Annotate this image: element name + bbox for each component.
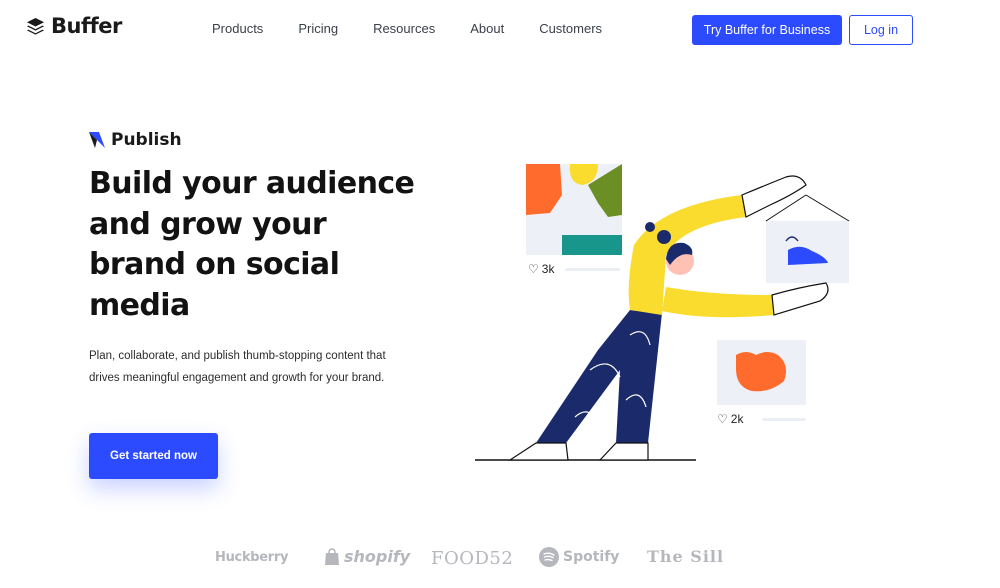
shopify-bag-icon bbox=[325, 547, 339, 565]
huckberry-text: Huckberry bbox=[215, 550, 289, 565]
shopify-text: shopify bbox=[344, 547, 411, 566]
buffer-logo[interactable]: Buffer bbox=[26, 14, 122, 38]
spotify-circle-icon bbox=[539, 547, 559, 567]
product-label-group: Publish bbox=[89, 130, 182, 150]
logo-text: Buffer bbox=[51, 14, 122, 38]
hero-illustration: ♡ 3k ♡ 2k bbox=[470, 155, 890, 470]
try-business-button[interactable]: Try Buffer for Business bbox=[692, 15, 842, 45]
the-sill-logo: The Sill bbox=[647, 547, 724, 566]
shopify-logo: shopify bbox=[324, 547, 410, 566]
illustration-art bbox=[475, 164, 850, 461]
like-count-2: ♡ 2k bbox=[717, 412, 743, 426]
spotify-logo: Spotify bbox=[539, 547, 619, 567]
heart-icon: ♡ bbox=[717, 412, 728, 426]
login-button[interactable]: Log in bbox=[849, 15, 913, 45]
nav-item-resources[interactable]: Resources bbox=[373, 21, 435, 36]
nav-item-products[interactable]: Products bbox=[212, 21, 263, 36]
site-header: Buffer Products Pricing Resources About … bbox=[0, 0, 1000, 60]
like-count-value: 2k bbox=[730, 412, 744, 426]
buffer-stack-icon bbox=[26, 17, 45, 35]
like-count-1: ♡ 3k bbox=[528, 262, 554, 276]
customer-logos: Huckberry shopify FOOD52 Spotify The Sil… bbox=[0, 545, 1000, 575]
publish-icon bbox=[89, 132, 105, 148]
like-bar bbox=[762, 418, 806, 421]
the-sill-text: The Sill bbox=[647, 547, 725, 566]
heart-icon: ♡ bbox=[528, 262, 539, 276]
hero-headline: Build your audience and grow your brand … bbox=[89, 166, 415, 323]
get-started-button[interactable]: Get started now bbox=[89, 433, 218, 479]
main-nav: Products Pricing Resources About Custome… bbox=[212, 21, 637, 36]
nav-item-customers[interactable]: Customers bbox=[539, 21, 602, 36]
spotify-text: Spotify bbox=[563, 549, 620, 565]
nav-item-about[interactable]: About bbox=[470, 21, 504, 36]
huckberry-logo: Huckberry bbox=[215, 550, 289, 565]
product-label: Publish bbox=[111, 130, 182, 150]
nav-item-pricing[interactable]: Pricing bbox=[298, 21, 338, 36]
like-count-value: 3k bbox=[541, 262, 555, 276]
food52-text: FOOD52 bbox=[431, 548, 514, 569]
like-bar bbox=[565, 268, 620, 271]
hero-subtext: Plan, collaborate, and publish thumb-sto… bbox=[89, 350, 386, 384]
food52-logo: FOOD52 bbox=[431, 548, 513, 569]
